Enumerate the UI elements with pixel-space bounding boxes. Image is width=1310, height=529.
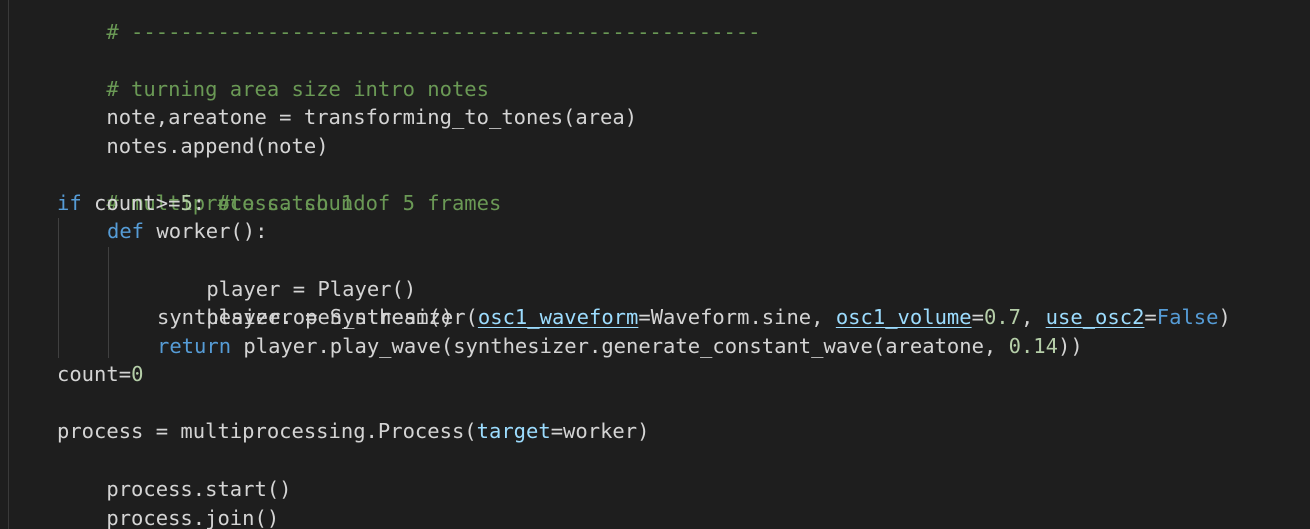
code-text: worker(): (144, 219, 268, 243)
comment: #to catch 1 of 5 frames (217, 191, 502, 215)
code-text: process = multiprocessing.Process( (57, 419, 477, 443)
param-name: osc1_volume (835, 305, 972, 329)
keyword: def (107, 219, 145, 243)
code-text: process.join() (106, 505, 280, 529)
code-text: count= (57, 362, 132, 386)
number-literal: 0.14 (1008, 334, 1058, 358)
code-text: player.play_wave(synthesizer.generate_co… (231, 334, 1009, 358)
code-text: synthesizer = Synthesizer( (157, 305, 478, 329)
keyword: return (157, 334, 232, 358)
code-line[interactable]: note,areatone = transforming_to_tones(ar… (57, 74, 637, 129)
code-line[interactable]: player = Player() (157, 246, 416, 301)
code-text: )) (1058, 334, 1083, 358)
keyword: False (1156, 305, 1219, 329)
code-text: , (1020, 305, 1046, 329)
code-line[interactable]: process = multiprocessing.Process(target… (57, 417, 649, 446)
code-line[interactable]: notes.append(note) (57, 103, 328, 158)
code-line[interactable]: def worker(): (107, 217, 267, 246)
number-literal: 0.7 (983, 305, 1021, 329)
editor-left-edge (8, 0, 9, 529)
param-name: use_osc2 (1045, 305, 1145, 329)
code-editor[interactable]: # --------------------------------------… (0, 0, 1310, 529)
code-text: notes.append(note) (106, 133, 329, 158)
code-text: =Waveform.sine, (638, 305, 836, 329)
code-line[interactable]: count=0 (57, 360, 143, 389)
keyword: if (57, 191, 82, 215)
code-line[interactable]: player.open_stream() (157, 274, 453, 329)
code-line[interactable]: return player.play_wave(synthesizer.gene… (157, 332, 1083, 361)
code-line[interactable]: # turning area size intro notes (57, 46, 489, 101)
indent-guide (108, 247, 109, 358)
code-text: : (192, 191, 218, 215)
code-text: =worker) (550, 419, 650, 443)
code-line[interactable]: synthesizer = Synthesizer(osc1_waveform=… (157, 303, 1231, 332)
number-literal: 5 (180, 191, 193, 215)
code-line[interactable]: # --------------------------------------… (57, 0, 760, 44)
code-line[interactable]: process.join() (57, 475, 279, 529)
number-literal: 0 (131, 362, 144, 386)
param-name: osc1_waveform (477, 305, 639, 329)
code-line[interactable]: process.start() (57, 446, 291, 501)
code-text: = (1144, 305, 1157, 329)
code-line[interactable]: if count>=5: #to catch 1 of 5 frames (57, 189, 501, 218)
comment: # --------------------------------------… (106, 19, 761, 44)
code-text: count>= (81, 191, 181, 215)
code-line[interactable]: # multiprocess. sound (57, 160, 365, 215)
code-text: ) (1218, 305, 1231, 329)
code-text: = (971, 305, 984, 329)
param-name: target (476, 419, 551, 443)
